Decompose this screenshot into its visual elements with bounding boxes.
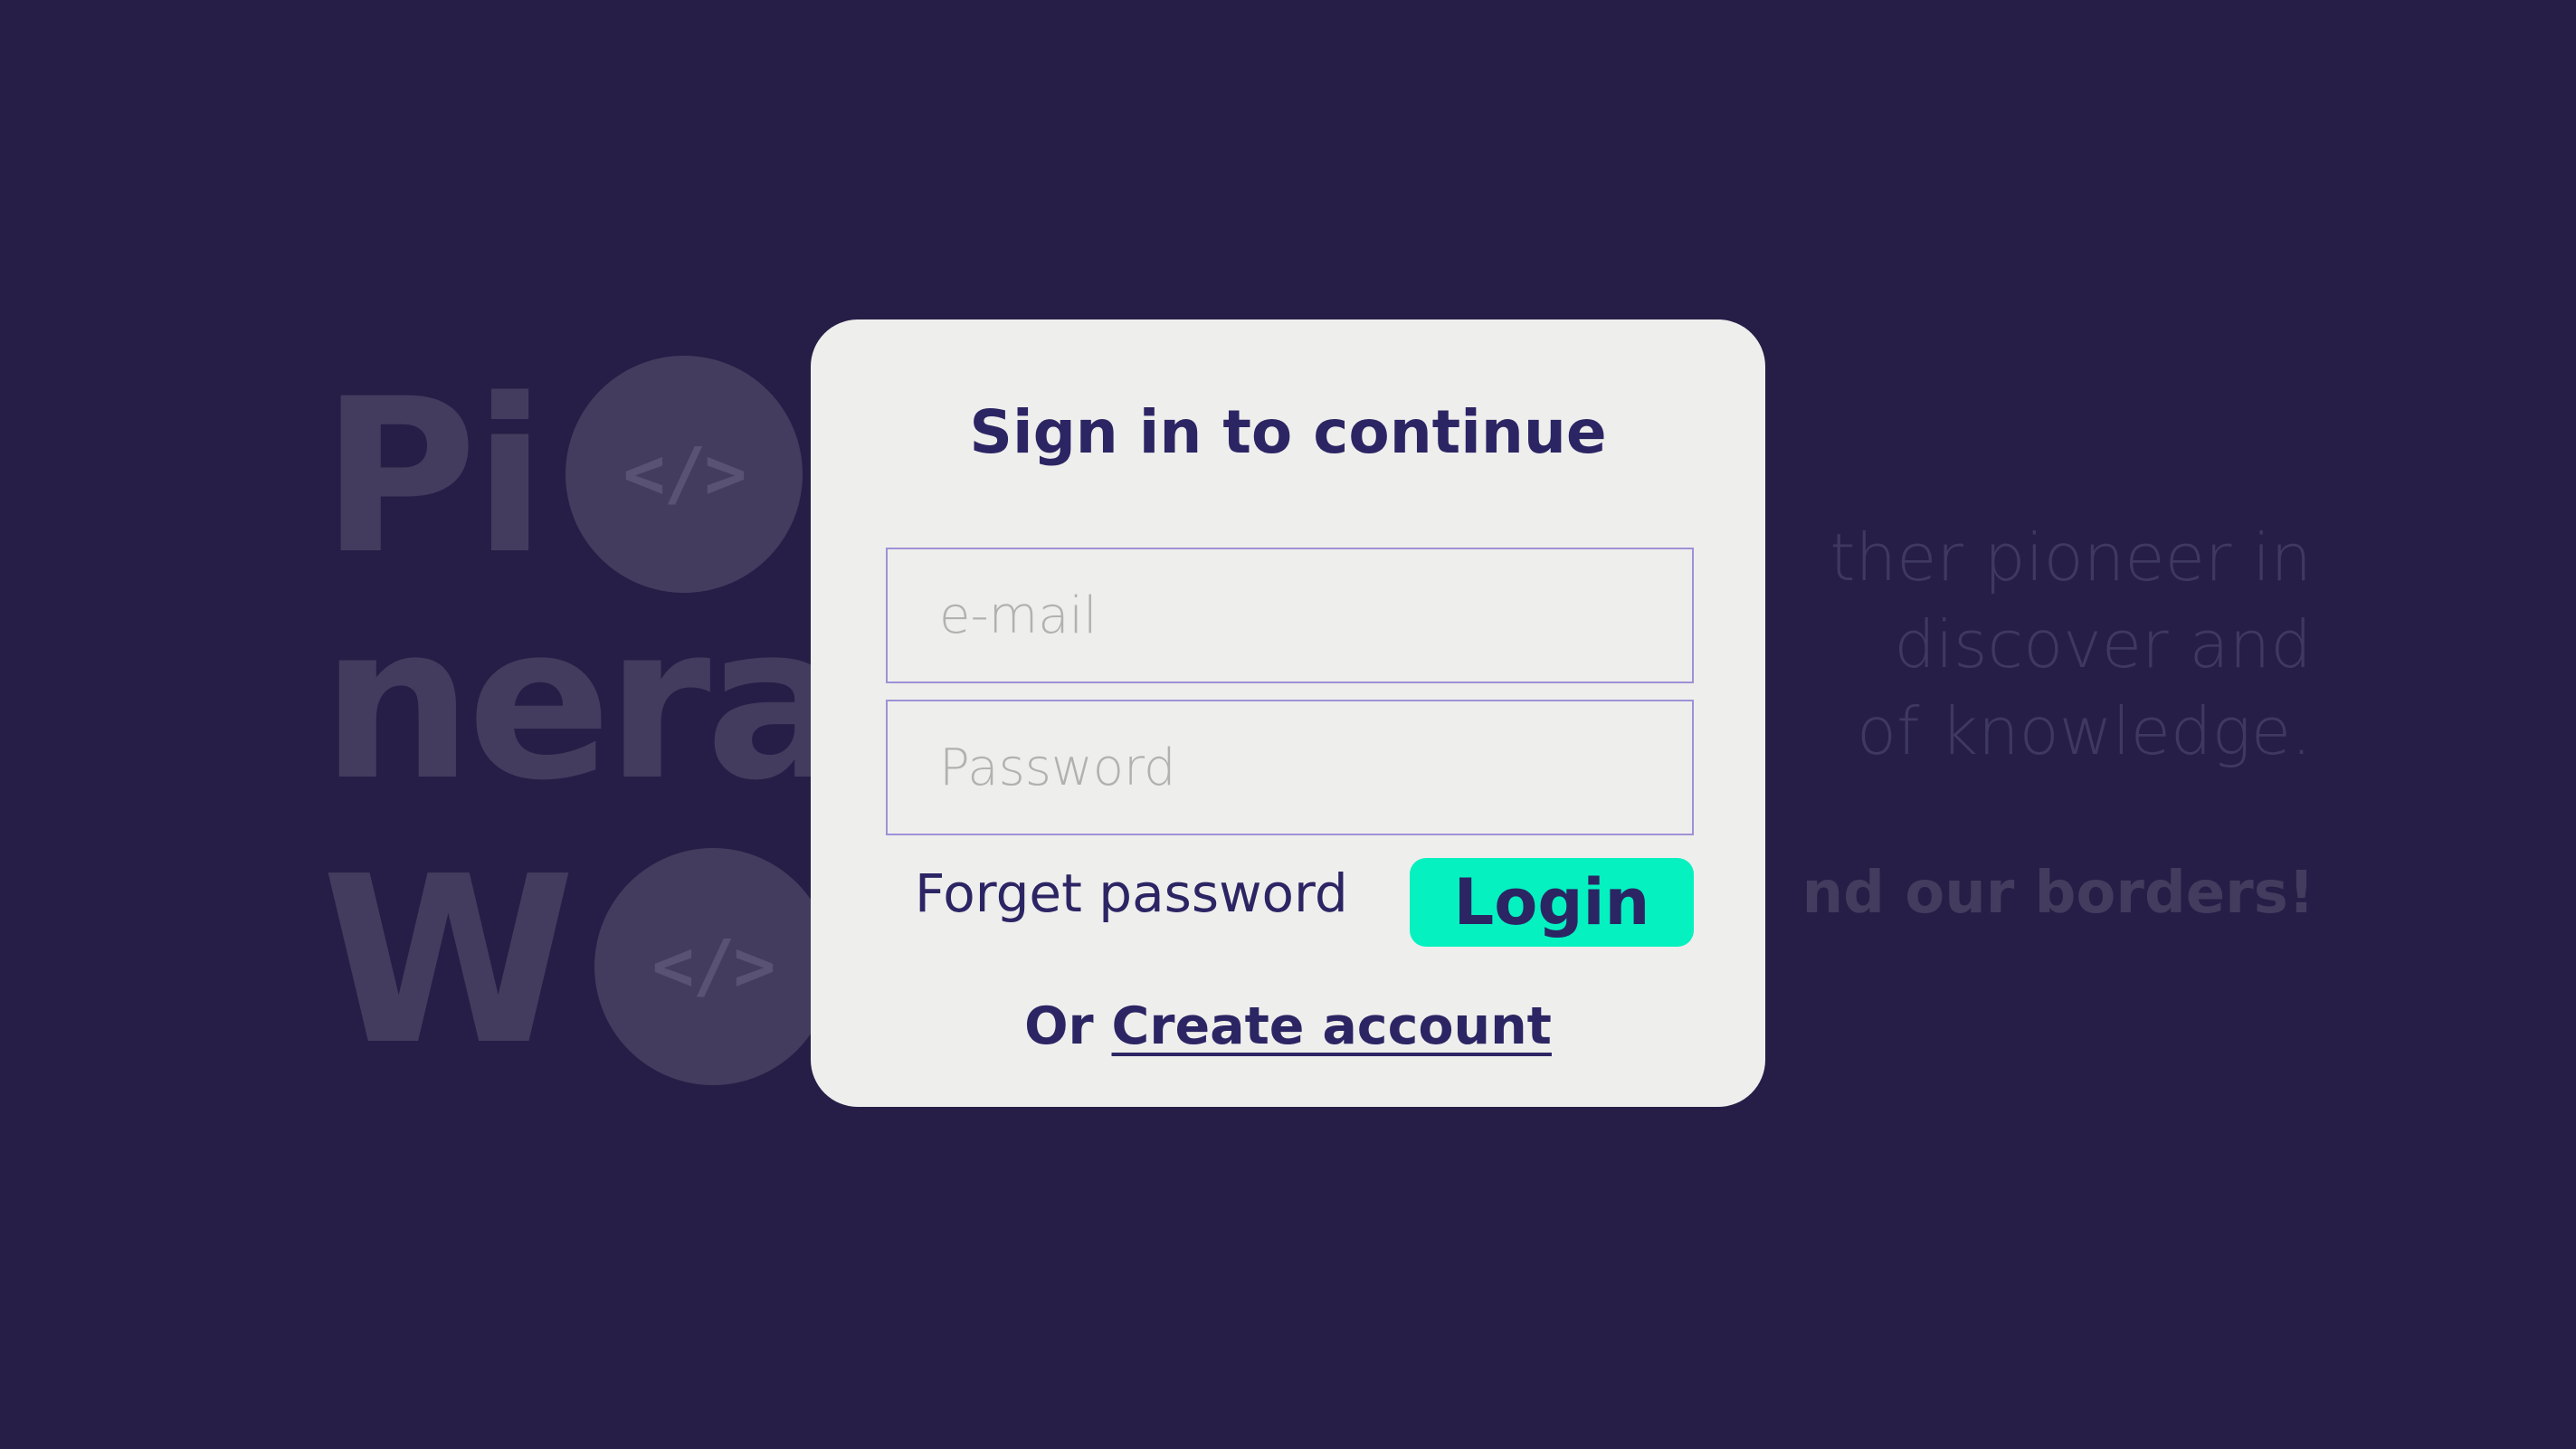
login-button[interactable]: Login	[1410, 858, 1694, 947]
email-field[interactable]	[886, 548, 1694, 683]
login-title: Sign in to continue	[969, 397, 1607, 467]
forgot-password-link[interactable]: Forget password	[915, 867, 1348, 920]
background-tagline: nd our borders!	[1801, 860, 2315, 927]
create-account-link[interactable]: Create account	[1112, 996, 1552, 1056]
background-brand-word: nera	[321, 580, 849, 827]
code-icon: </>	[566, 356, 803, 593]
code-icon: </>	[594, 848, 832, 1085]
or-label: Or	[1024, 996, 1094, 1056]
login-card: Sign in to continue Forget password Logi…	[811, 319, 1765, 1107]
page: Pi </> nera W </> ther pioneer in discov…	[0, 0, 2576, 1449]
password-field[interactable]	[886, 700, 1694, 835]
background-brand-word: W	[321, 827, 575, 1096]
background-brand-word: Pi	[321, 354, 547, 601]
create-account-row: Or Create account	[811, 1001, 1765, 1053]
